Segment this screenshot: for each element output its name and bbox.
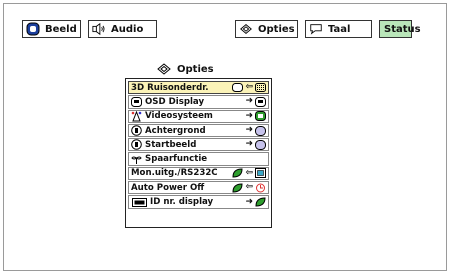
noise-pattern-icon (255, 83, 266, 93)
arrow-left-icon: ⇦ (245, 82, 253, 93)
menu-title: Opties (156, 62, 214, 76)
leaf-icon (232, 168, 243, 178)
tab-beeld[interactable]: Beeld (22, 20, 81, 38)
menu-item-auto-power-off[interactable]: Auto Power Off ⇦ (128, 181, 269, 195)
osd-icon (255, 96, 266, 107)
menu-item-video-system[interactable]: Videosysteem ➜ (128, 109, 269, 123)
menu-item-label: Startbeeld (145, 139, 197, 150)
tab-audio[interactable]: Audio (88, 20, 157, 38)
arrow-left-icon: ⇦ (245, 167, 253, 178)
arrow-right-icon: ➜ (245, 96, 253, 107)
options-menu: 3D Ruisonderdr. ⇦ OSD Display ➜ Videosys… (125, 78, 272, 228)
options-icon (239, 22, 253, 36)
tab-opties[interactable]: Opties (235, 20, 298, 38)
leaf-icon (255, 197, 266, 207)
menu-item-background[interactable]: Achtergrond ➜ (128, 123, 269, 138)
menu-item-label: OSD Display (145, 96, 205, 107)
tab-status[interactable]: Status (379, 20, 421, 38)
menu-item-startup-image[interactable]: Startbeeld ➜ (128, 138, 269, 152)
video-system-setting-icon (255, 111, 266, 122)
arrow-right-icon: ➜ (245, 196, 253, 207)
tab-label: Beeld (45, 23, 77, 35)
tab-label: Taal (328, 23, 351, 35)
tab-taal[interactable]: Taal (305, 20, 372, 38)
menu-item-label: Videosysteem (145, 111, 213, 122)
menu-item-label: Spaarfunctie (145, 154, 208, 165)
menu-item-label: Mon.uitg./RS232C (131, 168, 218, 179)
menu-item-label: Auto Power Off (131, 182, 205, 193)
arrow-left-icon: ⇦ (245, 182, 253, 193)
menu-item-label: ID nr. display (150, 197, 214, 208)
options-icon (156, 62, 172, 76)
id-display-icon (131, 197, 147, 208)
menu-item-label: Achtergrond (145, 125, 206, 136)
arrow-right-icon: ➜ (245, 139, 253, 150)
startup-icon (131, 139, 142, 151)
toggle-off-icon (232, 83, 244, 93)
osd-icon (131, 96, 142, 107)
tab-label: Opties (258, 23, 295, 35)
menu-item-3d-noise-reduction[interactable]: 3D Ruisonderdr. ⇦ (128, 81, 269, 95)
speech-bubble-icon (309, 22, 323, 36)
video-system-icon (131, 110, 142, 122)
power-off-timer-icon (255, 183, 266, 193)
menu-item-monitor-output-rs232c[interactable]: Mon.uitg./RS232C ⇦ (128, 166, 269, 181)
monitor-output-icon (255, 168, 266, 179)
menu-item-label: 3D Ruisonderdr. (131, 82, 209, 93)
background-icon (131, 125, 142, 136)
arrow-right-icon: ➜ (245, 125, 253, 136)
speaker-icon (92, 22, 106, 36)
menu-item-osd-display[interactable]: OSD Display ➜ (128, 95, 269, 109)
menu-item-id-display[interactable]: ID nr. display ➜ (128, 195, 269, 209)
background-setting-icon (255, 125, 266, 136)
startup-setting-icon (255, 139, 266, 150)
power-save-icon (131, 154, 142, 165)
arrow-right-icon: ➜ (245, 110, 253, 121)
leaf-icon (232, 183, 243, 193)
picture-icon (26, 22, 40, 36)
tab-label: Audio (111, 23, 144, 35)
tab-label: Status (384, 23, 421, 35)
menu-item-power-save[interactable]: Spaarfunctie (128, 152, 269, 166)
menu-title-text: Opties (177, 63, 214, 75)
